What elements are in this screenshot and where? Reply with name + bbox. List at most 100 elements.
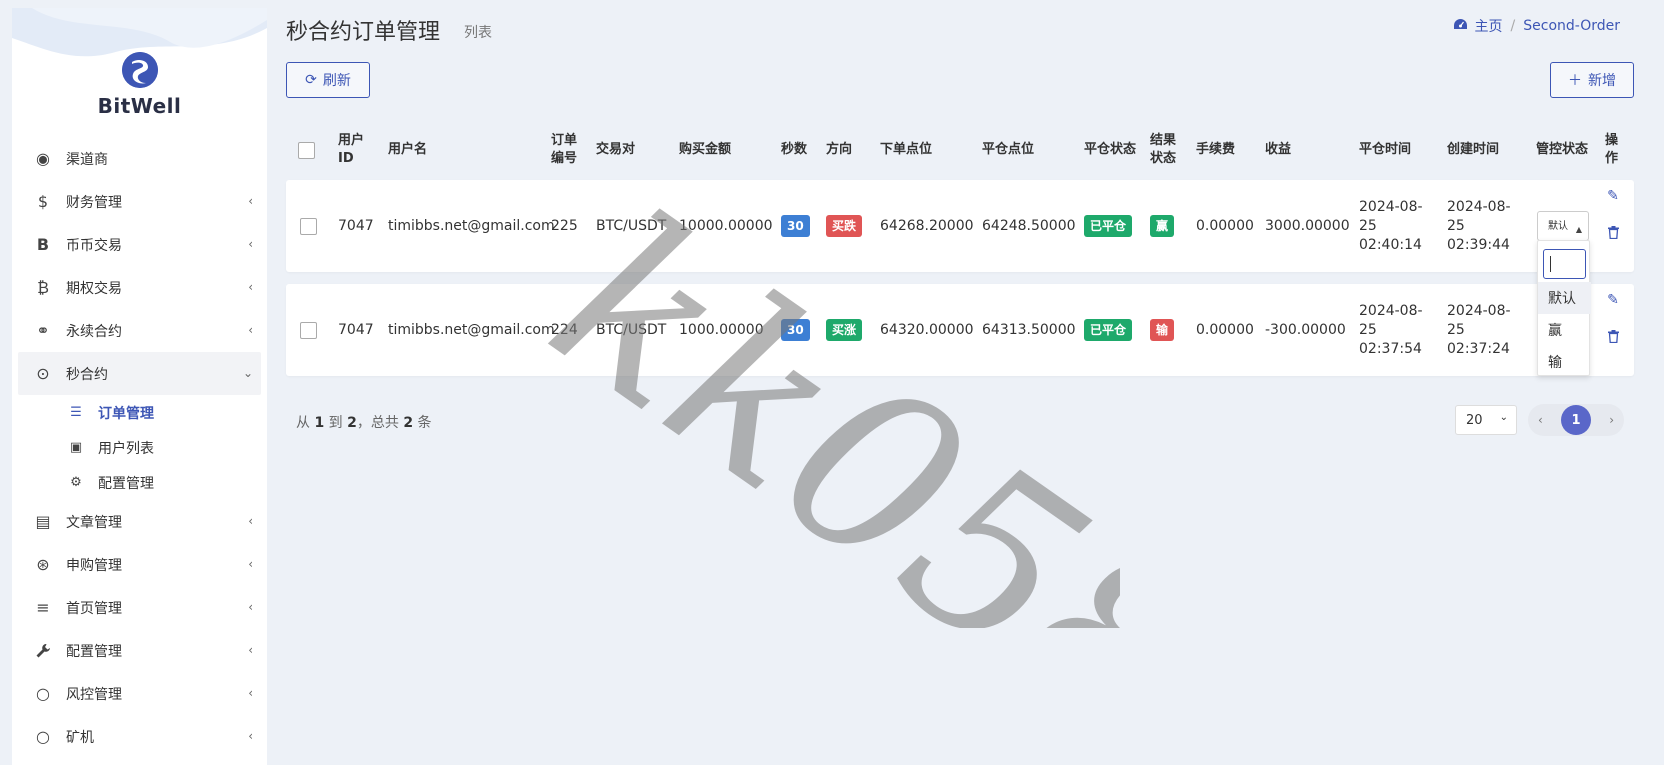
pagination-total: 2 bbox=[403, 415, 414, 431]
refresh-button[interactable]: ⟳ 刷新 bbox=[286, 62, 370, 98]
close-status-badge: 已平仓 bbox=[1084, 319, 1133, 341]
result-status-badge: 赢 bbox=[1150, 215, 1175, 237]
pagination-info-text: 从 bbox=[296, 415, 310, 431]
cell-user-id: 7047 bbox=[338, 217, 374, 234]
cell-close-price: 64248.50000 bbox=[982, 217, 1076, 234]
cell-result-status: 输 bbox=[1150, 284, 1175, 376]
col-profit: 收益 bbox=[1265, 142, 1292, 157]
control-status-value: 默认 bbox=[1548, 220, 1568, 232]
dropdown-search-input[interactable] bbox=[1543, 249, 1586, 279]
list-icon: ☰ bbox=[70, 405, 82, 420]
sidebar-item-label: 矿机 bbox=[66, 729, 94, 746]
cell-create-time: 2024-08- 25 02:37:24 bbox=[1447, 302, 1511, 357]
sidebar-item-articles[interactable]: ▤ 文章管理 ‹ bbox=[12, 500, 267, 543]
sidebar-subitem-config[interactable]: ⚙ 配置管理 bbox=[12, 465, 267, 500]
row-checkbox[interactable] bbox=[300, 321, 317, 339]
cell-user-id: 7047 bbox=[338, 321, 374, 338]
direction-badge: 买跌 bbox=[826, 215, 863, 237]
bold-b-icon: B bbox=[36, 235, 50, 254]
page-title: 秒合约订单管理 bbox=[286, 20, 441, 45]
cell-direction: 买涨 bbox=[826, 284, 863, 376]
page-size-value: 20 bbox=[1466, 412, 1483, 428]
sidebar-subitem-label: 配置管理 bbox=[98, 475, 154, 492]
sidebar-item-channel[interactable]: ◉ 渠道商 bbox=[12, 137, 267, 180]
dropdown-option-win[interactable]: 赢 bbox=[1538, 314, 1591, 346]
control-status-dropdown: 默认 赢 输 bbox=[1537, 240, 1591, 378]
sidebar-item-finance[interactable]: $ 财务管理 ‹ bbox=[12, 180, 267, 223]
circle-icon: ○ bbox=[36, 727, 50, 746]
refresh-button-label: 刷新 bbox=[322, 73, 351, 89]
cell-pair: BTC/USDT bbox=[596, 217, 667, 234]
sidebar-item-miner[interactable]: ○ 矿机 ‹ bbox=[12, 715, 267, 758]
chevron-left-icon: ‹ bbox=[248, 686, 253, 700]
chevron-left-icon: ‹ bbox=[248, 729, 253, 743]
cell-profit: 3000.00000 bbox=[1265, 217, 1350, 234]
pagination-info: 从 1 到 2，总共 2 条 bbox=[296, 412, 432, 432]
page-button-current[interactable]: 1 bbox=[1561, 405, 1591, 435]
sidebar-item-label: 币币交易 bbox=[66, 237, 122, 254]
sidebar-item-label: 文章管理 bbox=[66, 514, 122, 531]
sidebar-item-spot[interactable]: B 币币交易 ‹ bbox=[12, 223, 267, 266]
link-icon: ⚭ bbox=[36, 321, 50, 340]
page-subtitle: 列表 bbox=[464, 25, 492, 41]
sidebar-subitem-label: 订单管理 bbox=[98, 405, 154, 422]
col-close-price: 平仓点位 bbox=[982, 142, 1035, 157]
control-status-select[interactable]: 默认 ▲ bbox=[1537, 211, 1589, 241]
col-user-id: 用户 ID bbox=[338, 133, 365, 166]
plus-icon: ＋ bbox=[1568, 73, 1582, 89]
pagination-to: 2 bbox=[347, 415, 357, 431]
cell-fee: 0.00000 bbox=[1196, 217, 1254, 234]
dropdown-option-default[interactable]: 默认 bbox=[1538, 282, 1591, 314]
pagination-info-text: ，总共 bbox=[356, 415, 399, 431]
col-pair: 交易对 bbox=[596, 142, 636, 157]
sidebar-subitem-users[interactable]: ▣ 用户列表 bbox=[12, 430, 267, 465]
sidebar-item-options[interactable]: ₿ 期权交易 ‹ bbox=[12, 266, 267, 309]
sidebar-item-second-contract[interactable]: ⊙ 秒合约 ⌄ bbox=[18, 352, 261, 395]
dashboard-icon bbox=[1453, 18, 1467, 34]
newspaper-icon: ▤ bbox=[35, 512, 51, 531]
cell-seconds: 30 bbox=[781, 180, 810, 272]
wrench-icon bbox=[34, 642, 52, 660]
next-page-button[interactable]: › bbox=[1609, 413, 1614, 427]
seconds-badge: 30 bbox=[781, 319, 810, 341]
row-checkbox[interactable] bbox=[300, 217, 317, 235]
bitwell-logo-icon bbox=[121, 52, 158, 88]
sidebar-item-risk[interactable]: ○ 风控管理 ‹ bbox=[12, 672, 267, 715]
cell-username: timibbs.net@gmail.com bbox=[388, 321, 555, 338]
add-button-label: 新增 bbox=[1588, 73, 1616, 89]
sidebar-item-perpetual[interactable]: ⚭ 永续合约 ‹ bbox=[12, 309, 267, 352]
dropdown-option-lose[interactable]: 输 bbox=[1538, 346, 1591, 378]
refresh-icon: ⟳ bbox=[305, 72, 317, 88]
circle-icon: ○ bbox=[36, 684, 50, 703]
trash-icon[interactable] bbox=[1605, 224, 1621, 240]
edit-icon[interactable]: ✎ bbox=[1605, 292, 1621, 308]
table-header: 用户 ID 用户名 订单 编号 交易对 购买金额 秒数 方向 下单点位 平仓点位… bbox=[286, 120, 1634, 180]
sidebar-item-homepage[interactable]: ≡ 首页管理 ‹ bbox=[12, 586, 267, 629]
sidebar-subitem-label: 用户列表 bbox=[98, 440, 154, 457]
pagination-info-text: 条 bbox=[417, 415, 432, 431]
trash-icon[interactable] bbox=[1605, 328, 1621, 344]
select-all-checkbox[interactable] bbox=[298, 141, 315, 159]
sidebar-item-settings[interactable]: 配置管理 ‹ bbox=[12, 629, 267, 672]
col-order-no: 订单 编号 bbox=[551, 133, 578, 166]
cell-close-status: 已平仓 bbox=[1084, 180, 1133, 272]
breadcrumb-separator: / bbox=[1510, 18, 1516, 34]
breadcrumb-current: Second-Order bbox=[1523, 18, 1620, 34]
page-size-select[interactable]: 20 ⌄ bbox=[1455, 405, 1517, 435]
chevron-left-icon: ‹ bbox=[248, 557, 253, 571]
sidebar-subitem-orders[interactable]: ☰ 订单管理 bbox=[12, 395, 267, 430]
add-button[interactable]: ＋ 新增 bbox=[1550, 62, 1634, 98]
cell-close-price: 64313.50000 bbox=[982, 321, 1076, 338]
prev-page-button[interactable]: ‹ bbox=[1538, 413, 1543, 427]
col-seconds: 秒数 bbox=[781, 142, 808, 157]
dot-circle-icon: ⊙ bbox=[36, 364, 50, 383]
result-status-badge: 输 bbox=[1150, 319, 1175, 341]
edit-icon[interactable]: ✎ bbox=[1605, 188, 1621, 204]
row-checkbox-cell bbox=[300, 180, 317, 272]
breadcrumb-home-link[interactable]: 主页 bbox=[1475, 16, 1503, 36]
col-close-status: 平仓状态 bbox=[1084, 142, 1137, 157]
sidebar-item-subscription[interactable]: ⊛ 申购管理 ‹ bbox=[12, 543, 267, 586]
col-amount: 购买金额 bbox=[679, 142, 732, 157]
cell-amount: 1000.00000 bbox=[679, 321, 764, 338]
brand-logo[interactable]: BitWell bbox=[12, 52, 267, 118]
